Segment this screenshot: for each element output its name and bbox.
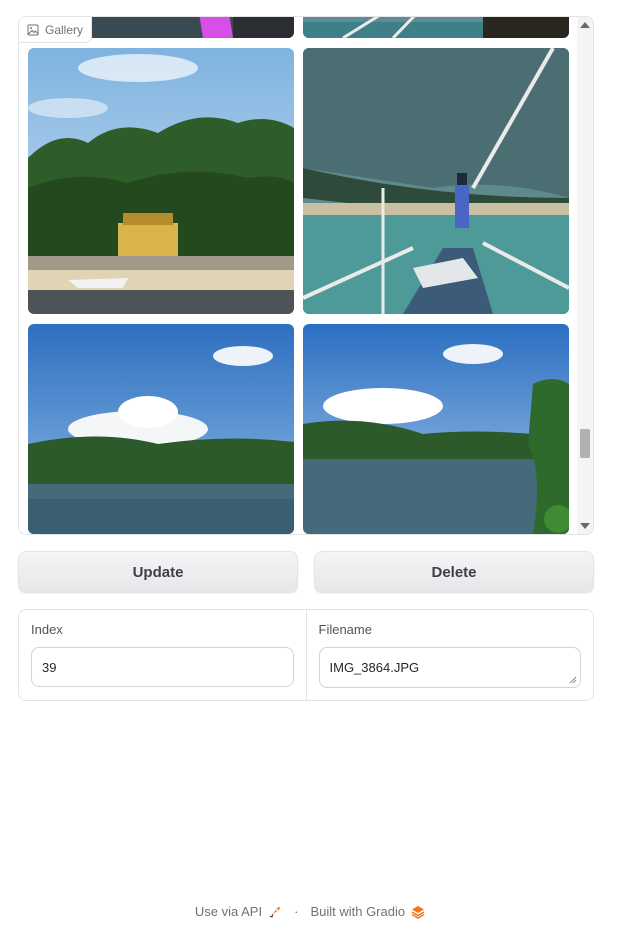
file-details-form: Index 39 Filename IMG_3864.JPG	[18, 609, 594, 701]
rocket-icon	[269, 906, 281, 918]
filename-textarea[interactable]: IMG_3864.JPG	[318, 647, 581, 688]
gallery-thumbnail[interactable]	[28, 48, 294, 314]
scroll-down-arrow-icon[interactable]	[580, 523, 590, 529]
filename-field-group: Filename IMG_3864.JPG	[305, 610, 594, 700]
gallery-scrollbar[interactable]	[577, 17, 593, 534]
gradio-logo-icon	[411, 905, 425, 919]
gallery-thumbnail[interactable]	[303, 17, 569, 38]
delete-button[interactable]: Delete	[314, 551, 594, 593]
gallery-thumbnail[interactable]	[28, 324, 294, 534]
scroll-up-arrow-icon[interactable]	[580, 22, 590, 28]
use-via-api-link[interactable]: Use via API	[195, 904, 262, 919]
footer: Use via API · Built with Gradio	[0, 904, 620, 919]
filename-value: IMG_3864.JPG	[329, 660, 420, 675]
gallery-thumbnail[interactable]	[303, 324, 569, 534]
index-input[interactable]: 39	[31, 647, 294, 687]
scrollbar-thumb[interactable]	[580, 429, 590, 458]
resize-handle-icon[interactable]	[569, 676, 577, 684]
update-button[interactable]: Update	[18, 551, 298, 593]
index-field-group: Index 39	[19, 610, 306, 700]
image-icon	[27, 24, 39, 35]
footer-separator: ·	[294, 904, 299, 919]
filename-label: Filename	[318, 622, 372, 637]
gallery-label: Gallery	[19, 17, 93, 43]
built-with-gradio-link[interactable]: Built with Gradio	[310, 904, 405, 919]
gallery-thumbnail[interactable]	[303, 48, 569, 314]
index-label: Index	[31, 622, 63, 637]
gallery: Gallery	[18, 16, 594, 535]
